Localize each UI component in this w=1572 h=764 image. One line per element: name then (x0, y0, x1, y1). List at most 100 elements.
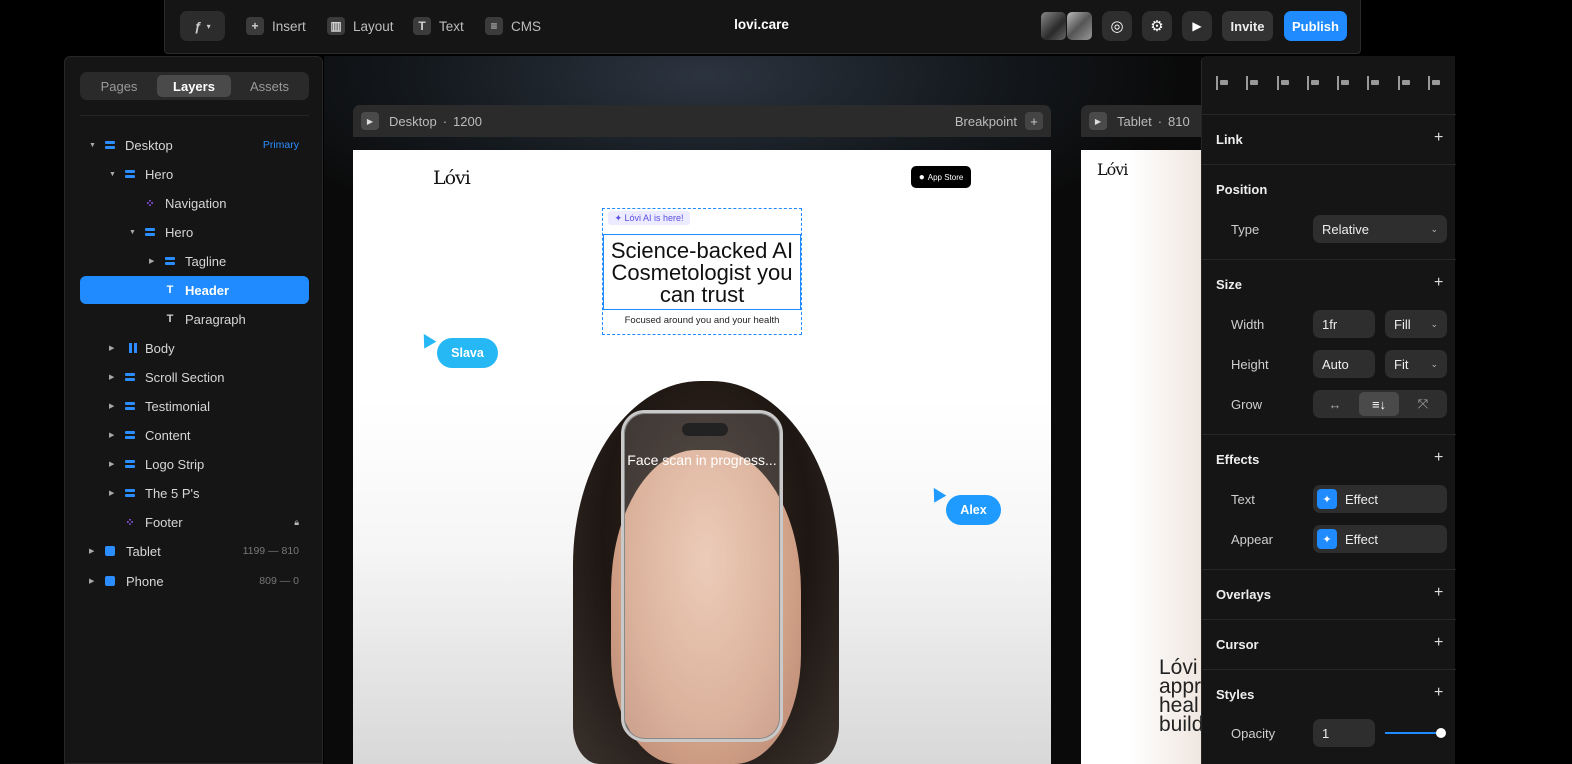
align-top-icon[interactable] (1306, 76, 1321, 90)
tagline-badge[interactable]: ✦ Lóvi AI is here! (608, 211, 690, 225)
tablet-frame[interactable]: Lóvi Lóvi appr heal build (1081, 150, 1202, 764)
database-icon: ≡ (485, 17, 503, 35)
opacity-input[interactable]: 1 (1313, 719, 1375, 747)
layer-the-5-ps[interactable]: ▶ The 5 P's (80, 479, 309, 507)
layer-hero-inner[interactable]: ▼ Hero (80, 218, 309, 246)
frame-width: 1200 (453, 113, 482, 129)
cms-button[interactable]: ≡ CMS (485, 12, 541, 40)
brand-logo[interactable]: Lóvi (433, 167, 471, 189)
caret-down-icon: ▼ (109, 170, 116, 178)
add-style-icon[interactable]: + (1434, 684, 1443, 702)
scan-text: Face scan in progress... (627, 452, 777, 468)
avatar[interactable] (1041, 12, 1066, 40)
width-input[interactable]: 1fr (1313, 310, 1375, 338)
caret-right-icon: ▶ (109, 345, 115, 352)
add-link-icon[interactable]: + (1434, 129, 1443, 147)
brand-logo[interactable]: Lóvi (1097, 160, 1128, 179)
appear-effect-label: Appear (1231, 532, 1273, 547)
layer-name: Content (145, 427, 191, 443)
tab-assets[interactable]: Assets (233, 75, 306, 97)
layer-header[interactable]: T Header (80, 276, 309, 304)
layer-name: Paragraph (185, 311, 246, 327)
app-store-button[interactable]: ● App Store (911, 166, 971, 188)
settings-button[interactable]: ⚙ (1142, 11, 1172, 41)
add-overlay-icon[interactable]: + (1434, 584, 1443, 602)
layer-hero[interactable]: ▼ Hero (80, 160, 309, 188)
add-breakpoint-icon[interactable]: + (1025, 112, 1043, 130)
text-effect-button[interactable]: ✦ Effect (1313, 485, 1447, 513)
text-icon: T (166, 284, 174, 296)
play-icon[interactable]: ▶ (361, 112, 379, 130)
layer-testimonial[interactable]: ▶ Testimonial (80, 392, 309, 420)
overlays-section-title: Overlays (1216, 587, 1271, 602)
tab-pages[interactable]: Pages (83, 75, 155, 97)
preview-button[interactable]: ▶ (1182, 11, 1212, 41)
frame-icon (145, 227, 155, 237)
text-button[interactable]: T Text (413, 12, 464, 40)
distribute-horizontal-icon[interactable] (1397, 76, 1412, 90)
layer-scroll-section[interactable]: ▶ Scroll Section (80, 363, 309, 391)
desktop-frame-header[interactable]: ▶ Desktop · 1200 Breakpoint + (353, 105, 1051, 137)
width-mode-select[interactable]: Fill ⌄ (1385, 310, 1447, 338)
align-middle-icon[interactable] (1337, 76, 1351, 90)
layer-name: Header (185, 282, 230, 298)
layer-content[interactable]: ▶ Content (80, 421, 309, 449)
layer-navigation[interactable]: ⁘ Navigation (80, 189, 309, 217)
grow-both-icon[interactable]: ⤧ (1403, 392, 1443, 416)
layer-paragraph[interactable]: T Paragraph (80, 305, 309, 333)
invite-button[interactable]: Invite (1222, 11, 1273, 41)
desktop-frame[interactable]: Face scan in progress... Lóvi ● App Stor… (353, 150, 1051, 764)
position-type-value: Relative (1322, 221, 1369, 237)
avatar[interactable] (1067, 12, 1092, 40)
add-effect-icon[interactable]: + (1434, 449, 1443, 467)
height-input[interactable]: Auto (1313, 350, 1375, 378)
frame-label: Tablet (1117, 113, 1152, 129)
layer-phone[interactable]: ▶ Phone 809 — 0 (80, 567, 309, 595)
grow-horizontal-icon[interactable]: ↔ (1315, 392, 1355, 416)
layout-button[interactable]: ▥ Layout (327, 12, 394, 40)
caret-right-icon: ▶ (109, 461, 115, 468)
align-left-icon[interactable] (1216, 76, 1230, 90)
app-store-label: App Store (927, 172, 964, 182)
globe-button[interactable]: ◎ (1102, 11, 1132, 41)
chevron-down-icon: ⌄ (1430, 223, 1438, 234)
align-right-icon[interactable] (1276, 76, 1291, 90)
lock-icon[interactable]: 🔒︎ (294, 517, 299, 528)
paragraph-text[interactable]: Focused around you and your health (603, 315, 801, 326)
add-cursor-icon[interactable]: + (1434, 634, 1443, 652)
header-text[interactable]: Science-backed AI Cosmetologist you can … (603, 234, 801, 310)
opacity-slider-track[interactable] (1385, 732, 1441, 734)
align-bottom-icon[interactable] (1367, 76, 1381, 90)
layer-footer[interactable]: ⁘ Footer 🔒︎ (80, 508, 309, 536)
properties-panel: Link + Position Type Relative ⌄ Size + W… (1201, 56, 1456, 764)
breakpoint-label[interactable]: Breakpoint (955, 114, 1017, 129)
add-size-icon[interactable]: + (1434, 274, 1443, 292)
distribute-vertical-icon[interactable] (1427, 76, 1442, 90)
height-mode-select[interactable]: Fit ⌄ (1385, 350, 1447, 378)
layer-body[interactable]: ▶ Body (80, 334, 309, 362)
layer-tablet[interactable]: ▶ Tablet 1199 — 810 (80, 537, 309, 565)
opacity-slider-handle[interactable] (1436, 728, 1446, 738)
layer-desktop[interactable]: ▼ Desktop Primary (80, 131, 309, 159)
frame-icon (125, 459, 135, 469)
grow-vertical-icon[interactable]: ≡↓ (1359, 392, 1399, 416)
position-type-select[interactable]: Relative ⌄ (1313, 215, 1447, 243)
layer-logo-strip[interactable]: ▶ Logo Strip (80, 450, 309, 478)
phone-mockup: Face scan in progress... (621, 410, 783, 742)
component-icon: ⁘ (125, 516, 135, 529)
play-icon[interactable]: ▶ (1089, 112, 1107, 130)
site-title[interactable]: lovi.care (685, 17, 838, 32)
layer-tagline[interactable]: ▶ Tagline (80, 247, 309, 275)
align-center-icon[interactable] (1246, 76, 1260, 90)
divider (1202, 619, 1456, 620)
tab-layers[interactable]: Layers (157, 75, 231, 97)
design-canvas[interactable]: ▶ Desktop · 1200 Breakpoint + ▶ Tablet ·… (324, 56, 1202, 764)
publish-button[interactable]: Publish (1284, 11, 1347, 41)
text-effect-label: Text (1231, 492, 1255, 507)
insert-button[interactable]: + Insert (246, 12, 306, 40)
appear-effect-button[interactable]: ✦ Effect (1313, 525, 1447, 553)
caret-down-icon: ▼ (89, 141, 96, 149)
framer-menu-button[interactable]: ƒ ▾ (180, 11, 225, 41)
tablet-frame-header[interactable]: ▶ Tablet · 810 (1081, 105, 1202, 137)
phone-notch (682, 423, 728, 436)
